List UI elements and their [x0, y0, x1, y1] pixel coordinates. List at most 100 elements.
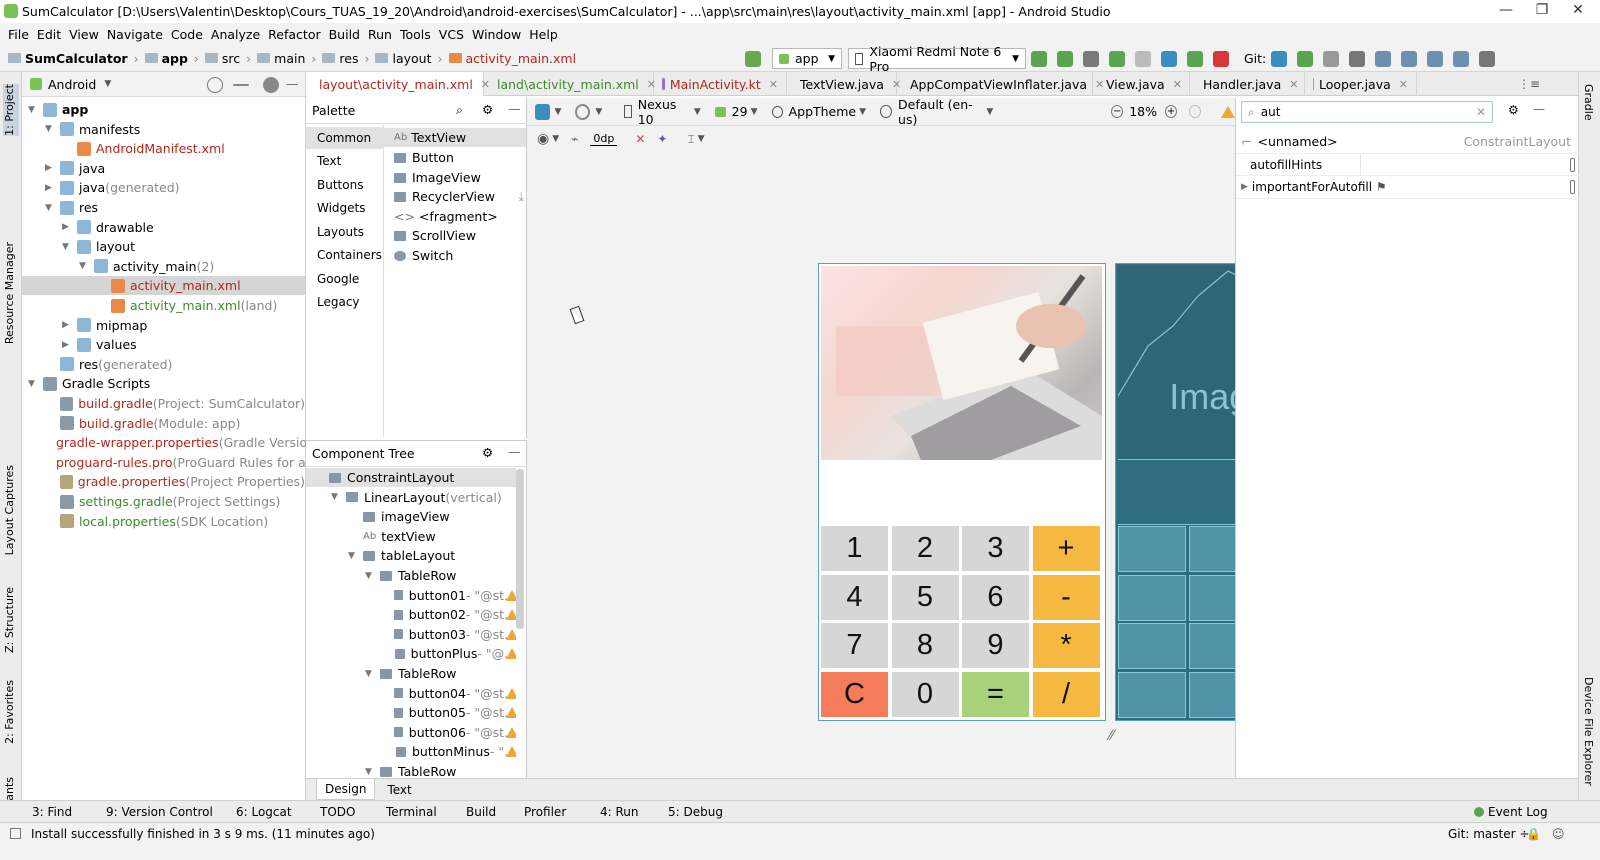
git-branch[interactable]: Git: master ÷ [1448, 827, 1529, 841]
project-tree-row[interactable]: activity_main.xml (land) [22, 296, 305, 315]
component-tree-row[interactable]: ConstraintLayout [306, 468, 516, 487]
chevron-down-icon[interactable]: ▼ [79, 261, 88, 271]
run-config-select[interactable]: app ▼ [772, 48, 842, 69]
project-tree-row[interactable]: build.gradle (Project: SumCalculator) [22, 394, 305, 413]
tab-land-activity-main[interactable]: land\activity_main.xml ✕ [484, 72, 656, 96]
tab-view-java[interactable]: View.java ✕ [1093, 72, 1190, 96]
warning-icon[interactable] [506, 648, 516, 660]
component-tree-row[interactable]: Ab textView [306, 527, 516, 546]
menu-view[interactable]: View [69, 27, 99, 42]
project-tree-row[interactable]: ▶ java [22, 159, 305, 178]
calculator-key[interactable]: 5 [891, 574, 959, 620]
profile-icon[interactable] [1161, 50, 1177, 67]
calculator-key[interactable]: * [1032, 623, 1100, 668]
eye-icon[interactable]: ◉ [537, 131, 549, 147]
guidelines-icon[interactable]: ⌶ [687, 132, 694, 147]
layout-captures-tab[interactable]: Layout Captures [3, 465, 16, 555]
warning-icon[interactable] [506, 707, 516, 719]
project-tree-row[interactable]: ▼ res [22, 198, 305, 217]
gear-icon[interactable]: ⚙ [482, 102, 493, 117]
api-level-select[interactable]: 29 [732, 104, 748, 119]
attribute-row-importantforautofill[interactable]: ▶ importantForAutofill ⚑ [1236, 176, 1579, 199]
warning-icon[interactable] [506, 687, 516, 699]
menu-analyze[interactable]: Analyze [211, 27, 260, 42]
close-icon[interactable]: ✕ [1399, 78, 1408, 91]
component-tree-row[interactable]: button06- "@st... [306, 723, 516, 742]
attributes-search-input[interactable]: aut [1261, 105, 1281, 119]
calculator-key[interactable]: 9 [962, 623, 1029, 668]
menu-build[interactable]: Build [329, 27, 360, 42]
menu-vcs[interactable]: VCS [439, 27, 464, 42]
menu-window[interactable]: Window [472, 27, 521, 42]
chevron-right-icon[interactable]: ▶ [62, 340, 71, 350]
collapse-icon[interactable] [233, 84, 249, 86]
calculator-key[interactable]: 3 [962, 526, 1029, 571]
palette-category-buttons[interactable]: Buttons [306, 174, 384, 196]
menu-navigate[interactable]: Navigate [107, 27, 163, 42]
locale-select[interactable]: Default (en-us) [898, 97, 983, 127]
tab-text[interactable]: Text [379, 780, 419, 800]
scrollbar[interactable] [516, 469, 524, 629]
calculator-key[interactable]: / [1032, 671, 1100, 717]
component-tree-row[interactable]: ▼ tableLayout [306, 546, 516, 565]
chevron-down-icon[interactable]: ▼ [28, 379, 37, 389]
git-update-icon[interactable] [1271, 50, 1288, 67]
project-tree-row[interactable]: ▼ app [22, 100, 305, 119]
hide-icon[interactable]: — [1533, 102, 1545, 116]
tool-build[interactable]: Build [466, 805, 496, 819]
component-tree-row[interactable]: button02- "@st... [306, 605, 516, 624]
edit-handle-icon[interactable] [1570, 157, 1575, 172]
tool-logcat[interactable]: 6: Logcat [236, 805, 292, 819]
calculator-key[interactable]: 4 [821, 574, 888, 620]
tab-design[interactable]: Design [316, 779, 376, 800]
sync-icon[interactable] [1083, 50, 1099, 67]
chevron-down-icon[interactable]: ▼ [62, 242, 71, 252]
tab-textview-java[interactable]: TextView.java ✕ [787, 72, 901, 96]
debug-icon[interactable] [1109, 50, 1125, 67]
palette-item-fragment[interactable]: <> <fragment> [394, 207, 498, 226]
palette-category-widgets[interactable]: Widgets [306, 197, 384, 219]
project-structure-icon[interactable] [1375, 50, 1392, 67]
project-tree-row[interactable]: ▼ activity_main (2) [22, 257, 305, 276]
breadcrumb-src[interactable]: src › [204, 51, 251, 66]
calculator-key[interactable]: - [1032, 574, 1100, 620]
component-tree-row[interactable]: button04- "@st... [306, 684, 516, 703]
zoom-in-icon[interactable]: + [1165, 105, 1178, 118]
tab-handler-java[interactable]: Handler.java ✕ [1190, 72, 1305, 96]
project-tree-row[interactable]: gradle-wrapper.properties (Gradle Versio… [22, 433, 320, 452]
calculator-key[interactable]: 2 [891, 526, 959, 571]
tool-terminal[interactable]: Terminal [386, 805, 437, 819]
tab-looper-java[interactable]: Looper.java ✕ [1305, 72, 1417, 96]
menu-run[interactable]: Run [368, 27, 392, 42]
component-tree-row[interactable]: ▼ TableRow [306, 566, 516, 585]
warning-icon[interactable] [1221, 105, 1235, 118]
chevron-down-icon[interactable]: ▼ [365, 767, 374, 777]
chevron-down-icon[interactable]: ▼ [365, 571, 374, 581]
git-commit-icon[interactable] [1297, 50, 1314, 67]
project-tree-row[interactable]: ▶ java (generated) [22, 178, 305, 197]
blueprint-button[interactable] [1118, 574, 1186, 621]
chevron-down-icon[interactable]: ▼ [365, 669, 374, 679]
tool-find[interactable]: 3: Find [32, 805, 72, 819]
close-icon[interactable]: ✕ [1289, 78, 1298, 91]
clear-constraints-icon[interactable]: ✕ [635, 132, 645, 146]
tab-appcompatviewinflater[interactable]: AppCompatViewInflater.java ✕ [897, 72, 1104, 96]
component-tree-row[interactable]: ▼ LinearLayout (vertical) [306, 488, 516, 507]
download-icon[interactable]: ⤓ [518, 189, 524, 205]
attach-icon[interactable] [1135, 50, 1151, 67]
tab-mainactivity[interactable]: MainActivity.kt ✕ [654, 72, 787, 96]
project-tree-row[interactable]: res (generated) [22, 355, 305, 374]
project-tree-row[interactable]: proguard-rules.pro (ProGuard Rules for a… [22, 453, 327, 472]
search-everywhere-icon[interactable] [1479, 50, 1496, 67]
breadcrumb-project[interactable]: SumCalculator › [8, 51, 139, 66]
stop-icon[interactable] [1213, 50, 1229, 67]
device-select[interactable]: Xiaomi Redmi Note 6 Pro ▼ [848, 44, 1026, 74]
project-tree-row[interactable]: ▶ mipmap [22, 316, 305, 335]
resource-manager-tab[interactable]: Resource Manager [3, 242, 16, 344]
calculator-key[interactable]: 7 [821, 623, 888, 668]
component-tree-row[interactable]: ▼ TableRow [306, 762, 516, 778]
calculator-key[interactable]: 0 [891, 671, 959, 717]
project-view-select[interactable]: Android [48, 77, 96, 92]
warning-icon[interactable] [506, 726, 516, 738]
device-select[interactable]: Nexus 10 [638, 97, 691, 127]
